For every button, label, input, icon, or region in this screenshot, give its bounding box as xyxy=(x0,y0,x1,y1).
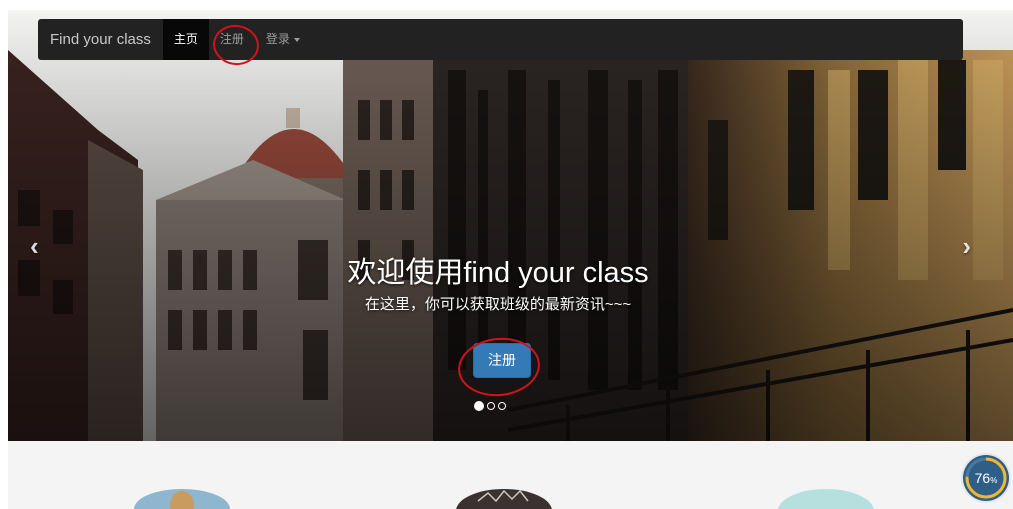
nav-item-login-label: 登录 xyxy=(265,32,290,46)
carousel-next-icon[interactable]: › xyxy=(962,231,971,262)
chevron-down-icon xyxy=(293,37,300,42)
gauge-number: 76 xyxy=(974,470,991,486)
gauge-unit: % xyxy=(990,476,998,485)
gauge-value: 76% xyxy=(963,469,1009,490)
nav-item-register[interactable]: 注册 xyxy=(209,19,255,60)
feature-images-preview xyxy=(134,489,874,509)
carousel-register-button[interactable]: 注册 xyxy=(473,343,531,378)
carousel-indicator-1[interactable] xyxy=(474,401,484,411)
navbar-brand[interactable]: Find your class xyxy=(38,19,163,60)
carousel-subheading: 在这里，你可以获取班级的最新资讯~~~ xyxy=(364,296,632,313)
nav-item-home[interactable]: 主页 xyxy=(162,19,209,60)
carousel-indicator-3[interactable] xyxy=(498,402,506,410)
carousel-indicator-2[interactable] xyxy=(487,402,495,410)
carousel-indicators xyxy=(474,400,506,412)
carousel-heading: 欢迎使用find your class xyxy=(347,257,649,289)
carousel-prev-icon[interactable]: ‹ xyxy=(30,231,39,262)
top-navbar: Find your class 主页 注册 登录 xyxy=(38,19,963,60)
performance-gauge[interactable]: 76% xyxy=(963,455,1009,501)
nav-item-login[interactable]: 登录 xyxy=(255,19,311,60)
feature-section xyxy=(8,441,1013,509)
carousel-caption: 欢迎使用find your class 在这里，你可以获取班级的最新资讯~~~ xyxy=(338,255,658,314)
